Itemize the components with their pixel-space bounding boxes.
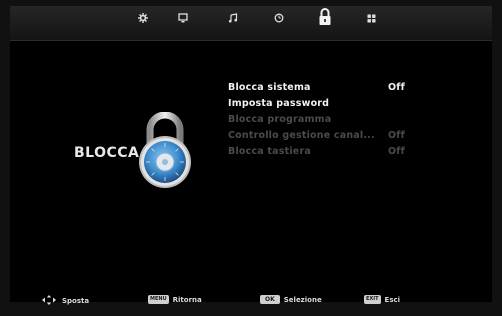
picture-settings-icon[interactable] — [136, 12, 150, 24]
section-title: BLOCCA — [74, 145, 140, 161]
menu-key-icon: MENU — [148, 295, 169, 304]
exit-key-icon: EXIT — [364, 295, 381, 304]
music-note-icon[interactable] — [226, 12, 240, 24]
menu-item-program-lock: Blocca programma — [228, 114, 428, 128]
top-separator — [10, 40, 492, 41]
lock-icon[interactable] — [318, 6, 332, 28]
menu-item-label: Blocca programma — [228, 114, 332, 125]
padlock-illustration-icon — [136, 111, 194, 190]
footer-hints: Sposta MENU Ritorna OK Selezione EXIT Es… — [10, 290, 492, 308]
menu-item-label: Imposta password — [228, 98, 330, 109]
menu-item-system-lock[interactable]: Blocca sistema Off — [228, 82, 428, 96]
menu-item-value: Off — [388, 130, 405, 141]
hint-move-label: Sposta — [62, 297, 90, 305]
menu-item-set-password[interactable]: Imposta password — [228, 98, 428, 112]
hint-return-label: Ritorna — [172, 295, 202, 304]
arrows-icon — [42, 295, 56, 307]
menu-item-keypad-lock: Blocca tastiera Off — [228, 146, 428, 160]
monitor-icon[interactable] — [176, 12, 190, 24]
hint-move: Sposta — [42, 295, 89, 307]
menu-item-value: Off — [388, 146, 405, 157]
hint-select: OK Selezione — [260, 295, 322, 304]
hint-exit: EXIT Esci — [364, 295, 400, 304]
grid-icon[interactable] — [364, 12, 378, 24]
menu-item-label: Controllo gestione canal... — [228, 130, 375, 141]
hint-return: MENU Ritorna — [148, 295, 202, 304]
top-tab-bar — [10, 6, 492, 40]
hint-select-label: Selezione — [283, 295, 322, 304]
menu-item-label: Blocca sistema — [228, 82, 311, 93]
ok-key-icon: OK — [260, 295, 280, 304]
menu-item-channel-guidance-control: Controllo gestione canal... Off — [228, 130, 428, 144]
menu-item-label: Blocca tastiera — [228, 146, 311, 157]
hint-exit-label: Esci — [384, 295, 401, 304]
clock-icon[interactable] — [272, 12, 286, 24]
menu-item-value: Off — [388, 82, 405, 93]
